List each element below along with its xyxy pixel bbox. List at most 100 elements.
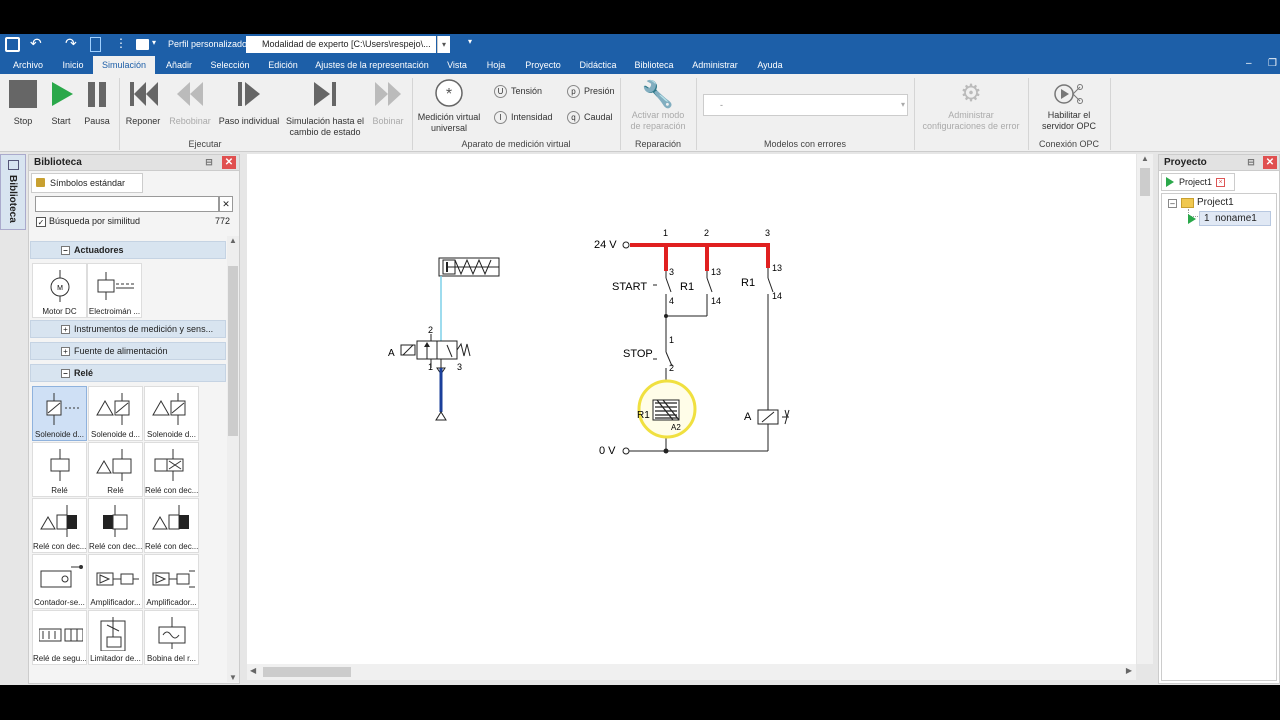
reset-button[interactable]: Reponer <box>124 80 162 127</box>
tab-administrar[interactable]: Administrar <box>686 56 744 74</box>
library-side-tab[interactable]: Biblioteca <box>0 154 26 230</box>
opc-server-button[interactable]: Habilitar el servidor OPC <box>1036 80 1102 132</box>
relay-tile[interactable]: Relé con dec... <box>144 498 199 553</box>
faults-select[interactable]: - ▾ <box>703 94 908 116</box>
category-instruments[interactable]: + Instrumentos de medición y sens... <box>30 320 226 338</box>
close-icon[interactable]: ✕ <box>1263 156 1277 169</box>
vertical-scroll-thumb[interactable] <box>1140 168 1150 196</box>
solenoid-valve[interactable] <box>400 334 471 421</box>
horizontal-scroll-thumb[interactable] <box>263 667 351 677</box>
tree-root-label[interactable]: Project1 <box>1197 197 1234 208</box>
tab-biblioteca[interactable]: Biblioteca <box>628 56 680 74</box>
scroll-left-icon[interactable]: ◀ <box>250 666 256 675</box>
pause-button[interactable]: Pausa <box>80 80 114 127</box>
canvas-horizontal-scrollbar[interactable]: ◀ ▶ <box>247 664 1136 680</box>
similarity-checkbox[interactable]: ✓ <box>36 217 46 227</box>
close-tab-icon[interactable]: × <box>1216 178 1225 187</box>
relay-tile[interactable]: Solenoide d... <box>144 386 199 441</box>
drawing-canvas[interactable]: 2 1 3 A 24 V 0 V START STOP R1 R1 R1 A A… <box>247 154 1136 664</box>
profile-label[interactable]: Perfil personalizado <box>168 39 247 49</box>
category-relay[interactable]: – Relé <box>30 364 226 382</box>
pneumatic-cylinder[interactable] <box>438 257 500 349</box>
category-relay-label: Relé <box>74 368 94 378</box>
pin-icon[interactable]: ⊟ <box>1245 157 1257 168</box>
start-pin-3-label: 3 <box>669 267 674 277</box>
repair-mode-button[interactable]: 🔧 Activar modo de reparación <box>624 80 692 132</box>
tab-edicion[interactable]: Edición <box>262 56 304 74</box>
circuit-diagram: 2 1 3 A 24 V 0 V START STOP R1 R1 R1 A A… <box>388 228 790 457</box>
col-2-label: 2 <box>704 228 709 238</box>
relay-tile[interactable]: Solenoide d... <box>32 386 87 441</box>
project-tab[interactable]: Project1 × <box>1161 173 1235 191</box>
admin-faults-button[interactable]: ⚙ Administrar configuraciones de error <box>918 80 1024 132</box>
document-icon[interactable] <box>90 37 101 52</box>
virtual-measurement-button[interactable]: * Medición virtual universal <box>416 78 482 134</box>
relay-tile[interactable]: Relé con dec... <box>32 498 87 553</box>
tab-proyecto[interactable]: Proyecto <box>518 56 568 74</box>
relay-symbol-icon <box>39 628 83 642</box>
tab-didactica[interactable]: Didáctica <box>574 56 622 74</box>
play-icon <box>1188 214 1196 224</box>
scroll-up-icon[interactable]: ▲ <box>1137 154 1153 163</box>
tab-ayuda[interactable]: Ayuda <box>752 56 788 74</box>
simulate-until-change-button[interactable]: Simulación hasta el cambio de estado <box>284 80 366 138</box>
category-actuators[interactable]: – Actuadores <box>30 241 226 259</box>
tile-electromagnet[interactable]: Electroimán ... <box>87 263 142 318</box>
tab-anadir[interactable]: Añadir <box>160 56 198 74</box>
scroll-up-icon[interactable]: ▲ <box>227 236 239 245</box>
single-step-button[interactable]: Paso individual <box>218 80 280 127</box>
stop-button[interactable]: Stop <box>6 80 40 127</box>
relay-tile[interactable]: Contador-se... <box>32 554 87 609</box>
tab-inicio[interactable]: Inicio <box>54 56 92 74</box>
scroll-down-icon[interactable]: ▼ <box>227 673 239 682</box>
pressure-button[interactable]: p Presión <box>567 85 615 98</box>
library-scrollbar[interactable]: ▲ ▼ <box>227 236 239 682</box>
mode-dropdown-button[interactable]: ▾ <box>437 36 450 53</box>
relay-symbol-icon <box>154 449 184 481</box>
redo-icon[interactable]: ↷ <box>65 35 77 52</box>
tab-vista[interactable]: Vista <box>440 56 474 74</box>
more-icon[interactable]: ⋮ <box>115 36 127 50</box>
rewind-button[interactable]: Rebobinar <box>168 80 212 127</box>
tree-item-noname1[interactable]: 1 noname1 <box>1188 211 1271 226</box>
minimize-ribbon-icon[interactable]: – <box>1246 58 1252 69</box>
tab-simulacion[interactable]: Simulación <box>93 56 155 74</box>
tab-hoja[interactable]: Hoja <box>480 56 512 74</box>
relay-tile[interactable]: Amplificador... <box>144 554 199 609</box>
fast-forward-button[interactable]: Bobinar <box>368 80 408 127</box>
tab-archivo[interactable]: Archivo <box>6 56 50 74</box>
current-button[interactable]: I Intensidad <box>494 111 553 124</box>
relay-tile[interactable]: Relé con dec... <box>88 498 143 553</box>
canvas-vertical-scrollbar[interactable]: ▲ <box>1137 154 1153 664</box>
start-button[interactable]: Start <box>44 80 78 127</box>
relay-tile[interactable]: Limitador de... <box>88 610 143 665</box>
relay-tile[interactable]: Relé <box>32 442 87 497</box>
restore-window-icon[interactable]: ❐ <box>1268 58 1277 69</box>
relay-tile[interactable]: Relé <box>88 442 143 497</box>
library-tab-standard[interactable]: Símbolos estándar <box>31 173 143 193</box>
relay-tile[interactable]: Amplificador... <box>88 554 143 609</box>
customize-icon[interactable]: ▾ <box>468 37 472 46</box>
category-power-supply[interactable]: + Fuente de alimentación <box>30 342 226 360</box>
close-icon[interactable]: ✕ <box>222 156 236 169</box>
window-icon[interactable] <box>136 39 149 50</box>
tension-button[interactable]: U Tensión <box>494 85 542 98</box>
scroll-right-icon[interactable]: ▶ <box>1126 666 1132 675</box>
clear-search-button[interactable]: ✕ <box>219 196 233 212</box>
dropdown-icon[interactable]: ▾ <box>152 38 156 47</box>
save-icon[interactable] <box>5 37 20 52</box>
tile-motor-dc[interactable]: M Motor DC <box>32 263 87 318</box>
relay-tile[interactable]: Solenoide d... <box>88 386 143 441</box>
undo-icon[interactable]: ↶ <box>30 35 42 52</box>
library-scroll-thumb[interactable] <box>228 266 238 436</box>
tree-collapse-icon[interactable]: – <box>1168 199 1177 208</box>
pin-icon[interactable]: ⊟ <box>203 157 215 168</box>
relay-tile[interactable]: Relé con dec... <box>144 442 199 497</box>
tab-ajustes-representacion[interactable]: Ajustes de la representación <box>310 56 434 74</box>
flow-button[interactable]: q Caudal <box>567 111 613 124</box>
tab-seleccion[interactable]: Selección <box>204 56 256 74</box>
relay-tile[interactable]: Relé de segu... <box>32 610 87 665</box>
library-search-input[interactable] <box>35 196 219 212</box>
relay-tile[interactable]: Bobina del r... <box>144 610 199 665</box>
mode-field[interactable]: Modalidad de experto [C:\Users\respejo\.… <box>246 36 436 53</box>
